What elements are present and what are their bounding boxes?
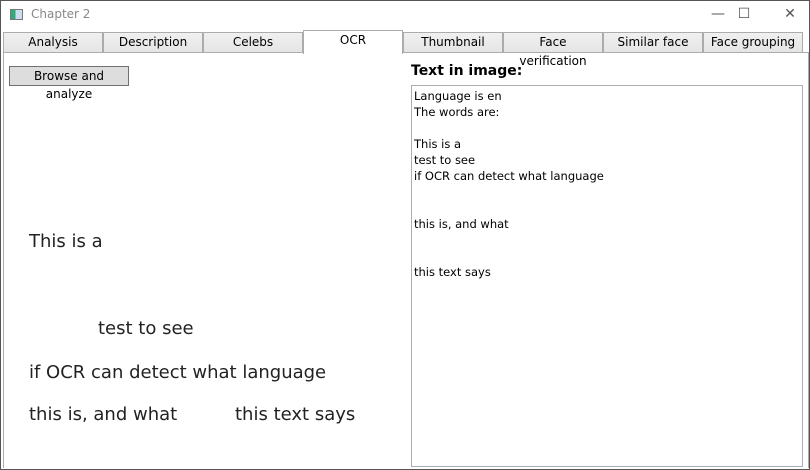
tab-bar: Analysis Description Celebs OCR Thumbnai…: [3, 30, 809, 68]
image-text-line: this is, and what: [29, 404, 178, 425]
browse-and-analyze-button[interactable]: Browse and analyze: [9, 66, 129, 101]
tab-face-grouping[interactable]: Face grouping: [703, 32, 803, 53]
tab-analysis[interactable]: Analysis: [3, 32, 103, 53]
ocr-result-textbox[interactable]: Language is en The words are: This is a …: [411, 85, 803, 467]
result-label: Text in image:: [411, 63, 523, 79]
tab-ocr[interactable]: OCR: [303, 30, 403, 54]
maximize-button[interactable]: ☐: [721, 1, 767, 30]
app-window: Chapter 2 — ☐ ✕ Analysis Description Cel…: [0, 0, 810, 470]
image-text-line: this text says: [235, 404, 356, 425]
app-icon: [10, 9, 23, 20]
tab-face-verification[interactable]: Face verification: [503, 32, 603, 68]
tab-description[interactable]: Description: [103, 32, 203, 53]
title-bar: Chapter 2 — ☐ ✕: [1, 1, 809, 30]
tab-similar-face[interactable]: Similar face: [603, 32, 703, 53]
tab-thumbnail[interactable]: Thumbnail: [403, 32, 503, 53]
image-text-line: test to see: [98, 318, 194, 339]
window-title: Chapter 2: [31, 7, 91, 21]
tab-celebs[interactable]: Celebs: [203, 32, 303, 53]
close-button[interactable]: ✕: [767, 1, 810, 30]
image-text-line: if OCR can detect what language: [29, 362, 327, 383]
image-text-line: This is a: [29, 231, 103, 252]
